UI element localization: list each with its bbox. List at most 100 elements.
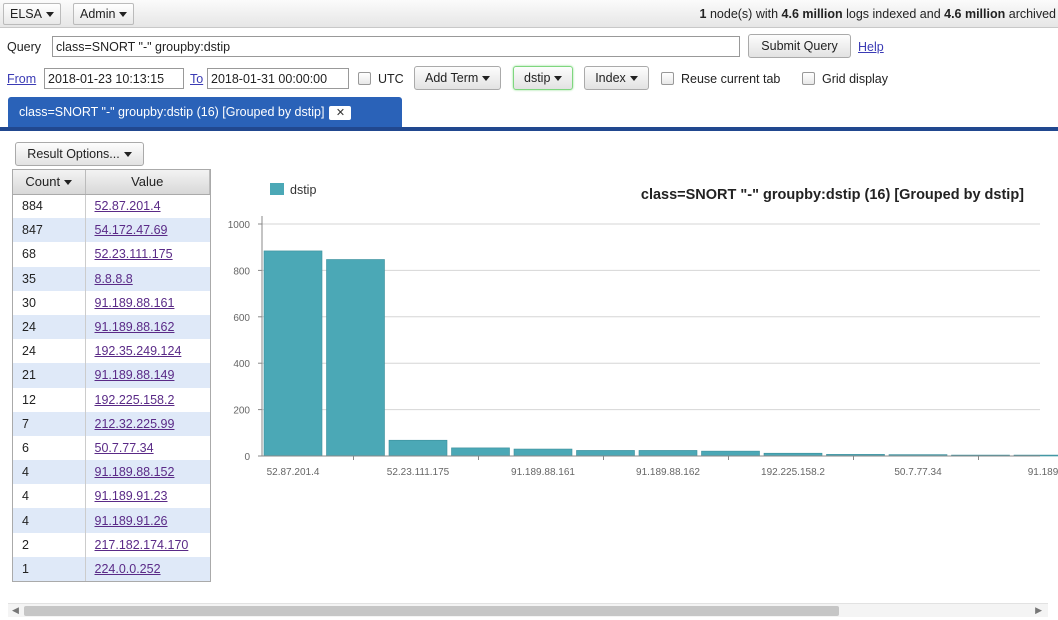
count-cell: 4	[13, 460, 86, 485]
add-term-button[interactable]: Add Term	[414, 66, 501, 90]
bar[interactable]	[451, 447, 510, 457]
x-tick-label: 91.189.88.162	[636, 467, 700, 478]
table-row: 4 91.189.91.26	[13, 508, 210, 533]
grid-display-checkbox[interactable]	[802, 72, 815, 85]
dstip-value-link[interactable]: 91.189.88.149	[95, 368, 175, 382]
help-link[interactable]: Help	[858, 40, 884, 54]
legend-label: dstip	[290, 183, 316, 197]
value-cell: 91.189.91.26	[85, 508, 210, 533]
to-date-input[interactable]	[207, 68, 349, 89]
reuse-tab-checkbox[interactable]	[661, 72, 674, 85]
utc-checkbox[interactable]	[358, 72, 371, 85]
table-row: 24 192.35.249.124	[13, 339, 210, 364]
to-link[interactable]: To	[190, 72, 203, 86]
dstip-value-link[interactable]: 91.189.91.23	[95, 489, 168, 503]
dstip-value-link[interactable]: 212.32.225.99	[95, 417, 175, 431]
count-cell: 2	[13, 532, 86, 557]
dstip-value-link[interactable]: 91.189.88.162	[95, 320, 175, 334]
logs-archived: 4.6 million	[944, 7, 1006, 21]
dstip-value-link[interactable]: 8.8.8.8	[95, 272, 133, 286]
dstip-value-link[interactable]: 54.172.47.69	[95, 223, 168, 237]
bar[interactable]	[513, 448, 573, 457]
from-date-input[interactable]	[44, 68, 184, 89]
table-row: 30 91.189.88.161	[13, 290, 210, 315]
query-input[interactable]	[52, 36, 740, 57]
table-row: 4 91.189.91.23	[13, 484, 210, 509]
value-cell: 217.182.174.170	[85, 532, 210, 557]
scroll-right-icon[interactable]: ▶	[1035, 605, 1042, 616]
value-cell: 8.8.8.8	[85, 266, 210, 291]
value-cell: 91.189.88.161	[85, 290, 210, 315]
value-column-header[interactable]: Value	[85, 170, 210, 195]
count-cell: 24	[13, 314, 86, 340]
index-button[interactable]: Index	[584, 66, 649, 90]
count-cell: 1	[13, 556, 86, 581]
dstip-value-link[interactable]: 52.23.111.175	[95, 247, 173, 261]
value-cell: 91.189.88.152	[85, 460, 210, 485]
table-row: 12 192.225.158.2	[13, 387, 210, 412]
value-cell: 50.7.77.34	[85, 435, 210, 461]
dstip-groupby-button[interactable]: dstip	[513, 66, 573, 90]
table-row: 847 54.172.47.69	[13, 218, 210, 243]
y-tick-label: 800	[233, 266, 250, 277]
grid-display-label: Grid display	[822, 72, 888, 86]
count-cell: 30	[13, 290, 86, 315]
table-row: 35 8.8.8.8	[13, 266, 210, 291]
dstip-value-link[interactable]: 91.189.88.161	[95, 296, 175, 310]
result-tab[interactable]: class=SNORT "-" groupby:dstip (16) [Grou…	[8, 97, 402, 127]
x-tick-label: 192.225.158.2	[761, 467, 825, 478]
bar[interactable]	[326, 259, 385, 457]
dstip-label: dstip	[524, 71, 551, 85]
query-label: Query	[7, 40, 42, 54]
result-tab-strip: class=SNORT "-" groupby:dstip (16) [Grou…	[0, 97, 1058, 131]
count-cell: 24	[13, 339, 86, 364]
dstip-value-link[interactable]: 91.189.91.26	[95, 514, 168, 528]
dstip-value-link[interactable]: 217.182.174.170	[95, 538, 189, 552]
elsa-menu-button[interactable]: ELSA	[3, 3, 61, 25]
x-tick-label: 52.23.111.175	[387, 467, 450, 478]
bar[interactable]	[701, 450, 760, 457]
result-options-label: Result Options...	[27, 147, 120, 161]
table-row: 884 52.87.201.4	[13, 194, 210, 219]
dstip-value-link[interactable]: 91.189.88.152	[95, 465, 175, 479]
bar[interactable]	[638, 450, 698, 457]
result-options-button[interactable]: Result Options...	[15, 142, 144, 166]
logs-indexed: 4.6 million	[781, 7, 843, 21]
count-cell: 12	[13, 387, 86, 412]
table-row: 24 91.189.88.162	[13, 314, 210, 340]
table-row: 6 50.7.77.34	[13, 435, 210, 461]
dstip-value-link[interactable]: 224.0.0.252	[95, 562, 161, 576]
y-tick-label: 200	[233, 406, 250, 417]
chevron-down-icon	[554, 76, 563, 82]
dstip-value-link[interactable]: 192.35.249.124	[95, 344, 182, 358]
chevron-down-icon	[45, 12, 54, 18]
value-cell: 91.189.88.162	[85, 314, 210, 340]
count-cell: 847	[13, 218, 86, 243]
chevron-down-icon	[482, 76, 491, 82]
dstip-value-link[interactable]: 52.87.201.4	[95, 199, 161, 213]
bar[interactable]	[576, 450, 635, 457]
table-row: 7 212.32.225.99	[13, 411, 210, 436]
bar[interactable]	[263, 250, 323, 457]
horizontal-scrollbar[interactable]: ◀ ▶	[8, 603, 1048, 617]
chevron-down-icon	[123, 152, 132, 158]
admin-menu-button[interactable]: Admin	[73, 3, 135, 25]
from-link[interactable]: From	[7, 72, 36, 86]
bar[interactable]	[388, 439, 448, 457]
utc-label: UTC	[378, 72, 404, 86]
value-cell: 54.172.47.69	[85, 218, 210, 243]
chart-title: class=SNORT "-" groupby:dstip (16) [Grou…	[641, 187, 1024, 203]
value-cell: 192.35.249.124	[85, 339, 210, 364]
table-row: 21 91.189.88.149	[13, 363, 210, 388]
close-icon[interactable]: ✕	[329, 105, 352, 120]
scrollbar-thumb[interactable]	[24, 606, 839, 616]
count-cell: 4	[13, 508, 86, 533]
count-cell: 21	[13, 363, 86, 388]
dstip-value-link[interactable]: 50.7.77.34	[95, 441, 154, 455]
scroll-left-icon[interactable]: ◀	[12, 605, 19, 616]
count-column-header[interactable]: Count	[13, 170, 86, 195]
x-tick-label: 52.87.201.4	[267, 467, 320, 478]
dstip-value-link[interactable]: 192.225.158.2	[95, 393, 175, 407]
submit-query-button[interactable]: Submit Query	[748, 34, 851, 58]
y-tick-label: 600	[233, 313, 250, 324]
